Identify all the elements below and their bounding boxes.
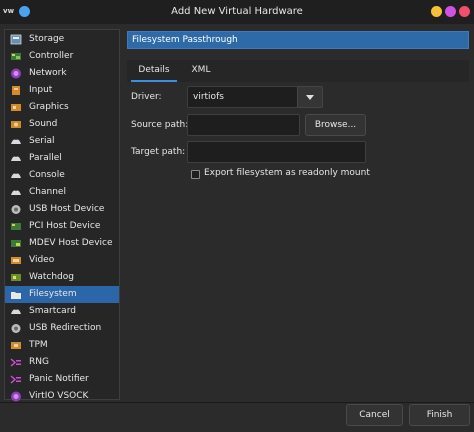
driver-dropdown-button[interactable] <box>297 86 323 108</box>
usb-host-device-icon <box>11 205 21 214</box>
sound-icon <box>11 121 21 128</box>
tab-details[interactable]: Details <box>131 60 177 82</box>
sidebar-item-usb-host-device[interactable]: USB Host Device <box>5 201 119 218</box>
chevron-down-icon <box>306 95 314 100</box>
sidebar-item-console[interactable]: Console <box>5 167 119 184</box>
sidebar-item-controller[interactable]: Controller <box>5 48 119 65</box>
sidebar-item-sound[interactable]: Sound <box>5 116 119 133</box>
source-path-label: Source path: <box>131 120 189 130</box>
sidebar-item-smartcard[interactable]: Smartcard <box>5 303 119 320</box>
usb-redirection-icon <box>11 324 21 333</box>
driver-label: Driver: <box>131 92 162 102</box>
window-title: Add New Virtual Hardware <box>171 6 303 17</box>
target-path-input[interactable] <box>187 141 366 163</box>
sidebar-item-tpm[interactable]: TPM <box>5 337 119 354</box>
cancel-button[interactable]: Cancel <box>346 404 403 426</box>
tab-xml[interactable]: XML <box>179 60 223 82</box>
storage-icon <box>10 34 22 45</box>
tab-bar: Details XML <box>127 60 469 82</box>
console-icon <box>11 173 21 178</box>
sidebar-item-video[interactable]: Video <box>5 252 119 269</box>
page-title: Filesystem Passthrough <box>127 31 469 49</box>
driver-value: virtiofs <box>193 92 224 102</box>
serial-icon <box>11 139 21 144</box>
title-bar: vw Add New Virtual Hardware <box>0 0 474 24</box>
maximize-button[interactable] <box>445 6 456 17</box>
virtio-vsock-icon <box>11 391 21 402</box>
sidebar-item-channel[interactable]: Channel <box>5 184 119 201</box>
sidebar-item-rng[interactable]: RNG <box>5 354 119 371</box>
watchdog-icon <box>11 274 21 281</box>
mdev-host-device-icon <box>11 240 21 247</box>
sidebar-item-panic-notifier[interactable]: Panic Notifier <box>5 371 119 388</box>
driver-select[interactable]: virtiofs <box>187 86 298 108</box>
sidebar-item-watchdog[interactable]: Watchdog <box>5 269 119 286</box>
sidebar-item-mdev-host-device[interactable]: MDEV Host Device <box>5 235 119 252</box>
browse-button[interactable]: Browse... <box>305 114 366 136</box>
video-icon <box>11 257 21 264</box>
footer-divider <box>0 402 474 403</box>
channel-icon <box>11 190 21 195</box>
parallel-icon <box>11 156 21 161</box>
sidebar-item-input[interactable]: Input <box>5 82 119 99</box>
readonly-checkbox-label[interactable]: Export filesystem as readonly mount <box>204 168 370 178</box>
source-path-input[interactable] <box>187 114 300 136</box>
rng-icon <box>10 358 21 367</box>
sidebar-item-filesystem[interactable]: Filesystem <box>5 286 119 303</box>
sidebar-item-graphics[interactable]: Graphics <box>5 99 119 116</box>
sidebar-item-storage[interactable]: Storage <box>5 31 119 48</box>
network-icon <box>11 68 21 79</box>
close-button[interactable] <box>459 6 470 17</box>
pci-host-device-icon <box>11 223 21 230</box>
finish-button[interactable]: Finish <box>409 404 470 426</box>
minimize-button[interactable] <box>431 6 442 17</box>
target-path-label: Target path: <box>131 147 186 157</box>
panic-notifier-icon <box>10 375 21 384</box>
tpm-icon <box>11 342 21 349</box>
sidebar-item-network[interactable]: Network <box>5 65 119 82</box>
controller-icon <box>11 53 21 60</box>
graphics-icon <box>11 104 21 111</box>
filesystem-icon <box>11 292 21 299</box>
sidebar-item-usb-redirection[interactable]: USB Redirection <box>5 320 119 337</box>
smartcard-icon <box>11 309 21 314</box>
sidebar-item-serial[interactable]: Serial <box>5 133 119 150</box>
readonly-checkbox[interactable] <box>191 170 200 179</box>
sidebar-item-pci-host-device[interactable]: PCI Host Device <box>5 218 119 235</box>
input-icon <box>12 86 20 95</box>
sidebar-item-parallel[interactable]: Parallel <box>5 150 119 167</box>
hardware-type-list[interactable]: Storage Controller Network Input Graphic… <box>4 29 120 402</box>
